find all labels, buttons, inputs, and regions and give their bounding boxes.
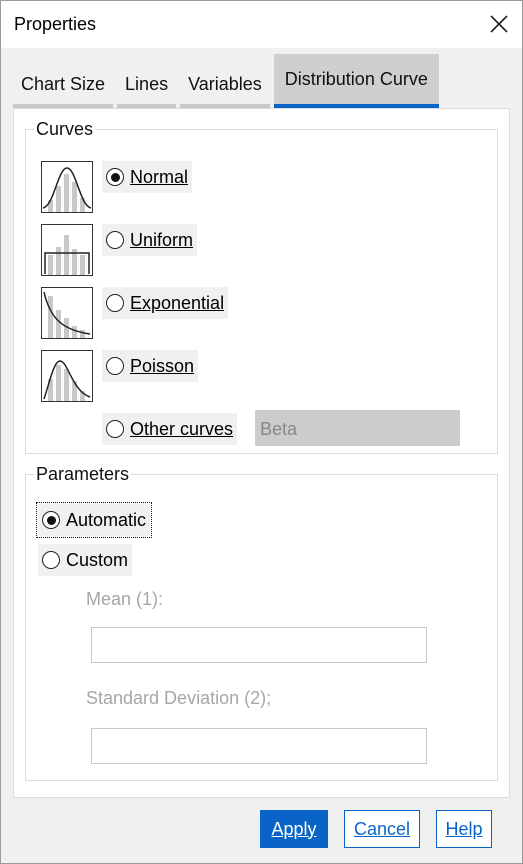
std-deviation-label: Standard Deviation (2);: [86, 688, 272, 708]
curves-group: [25, 129, 498, 454]
exponential-curve-icon: [41, 287, 93, 339]
radio-button[interactable]: [106, 294, 124, 312]
uniform-curve-icon: [41, 224, 93, 276]
radio-normal[interactable]: Normal: [102, 161, 193, 193]
radio-poisson-label: Poisson: [130, 355, 195, 376]
radio-exponential[interactable]: Exponential: [102, 287, 229, 319]
cancel-button[interactable]: Cancel: [344, 810, 420, 848]
tab-panel: Curves Normal Uniform Exponential Poisso…: [13, 108, 510, 798]
tab-distribution-curve[interactable]: Distribution Curve: [273, 54, 439, 108]
radio-other-curves-label: Other curves: [130, 418, 234, 439]
parameters-group-label: Parameters: [34, 464, 132, 485]
normal-curve-icon: [41, 161, 93, 213]
close-button[interactable]: [484, 9, 514, 39]
apply-button[interactable]: Apply: [260, 810, 328, 848]
tab-lines[interactable]: Lines: [117, 64, 177, 108]
radio-uniform[interactable]: Uniform: [102, 224, 198, 256]
mean-label: Mean (1):: [86, 589, 164, 609]
help-button-label: Help: [445, 818, 483, 839]
std-deviation-input[interactable]: [91, 728, 427, 764]
radio-poisson[interactable]: Poisson: [102, 350, 199, 382]
curves-group-label: Curves: [34, 119, 96, 140]
help-button[interactable]: Help: [436, 810, 492, 848]
properties-dialog: Properties Chart Size Lines Variables Di…: [0, 0, 523, 864]
tab-variables[interactable]: Variables: [180, 64, 270, 108]
radio-button[interactable]: [106, 420, 124, 438]
cancel-button-label: Cancel: [353, 818, 411, 839]
radio-button[interactable]: [106, 357, 124, 375]
radio-normal-label: Normal: [130, 166, 189, 187]
radio-button[interactable]: [106, 168, 124, 186]
radio-custom-label: Custom: [66, 549, 129, 570]
tab-chart-size[interactable]: Chart Size: [13, 64, 114, 108]
radio-exponential-label: Exponential: [130, 292, 225, 313]
mean-input[interactable]: [91, 627, 427, 663]
dialog-title: Properties: [14, 14, 97, 34]
radio-button[interactable]: [42, 511, 60, 529]
radio-automatic[interactable]: Automatic: [35, 502, 153, 538]
radio-button[interactable]: [106, 231, 124, 249]
other-curves-dropdown[interactable]: Beta: [255, 410, 460, 446]
radio-uniform-label: Uniform: [130, 229, 194, 250]
close-icon: [490, 15, 508, 33]
radio-automatic-label: Automatic: [66, 509, 147, 530]
radio-button[interactable]: [42, 551, 60, 569]
dialog-body: Chart Size Lines Variables Distribution …: [1, 48, 522, 863]
radio-custom[interactable]: Custom: [38, 544, 133, 576]
title-bar: Properties: [1, 1, 522, 48]
radio-other-curves[interactable]: Other curves: [102, 413, 238, 445]
poisson-curve-icon: [41, 350, 93, 402]
apply-button-label: Apply: [271, 818, 317, 839]
tab-strip: Chart Size Lines Variables Distribution …: [13, 54, 443, 108]
